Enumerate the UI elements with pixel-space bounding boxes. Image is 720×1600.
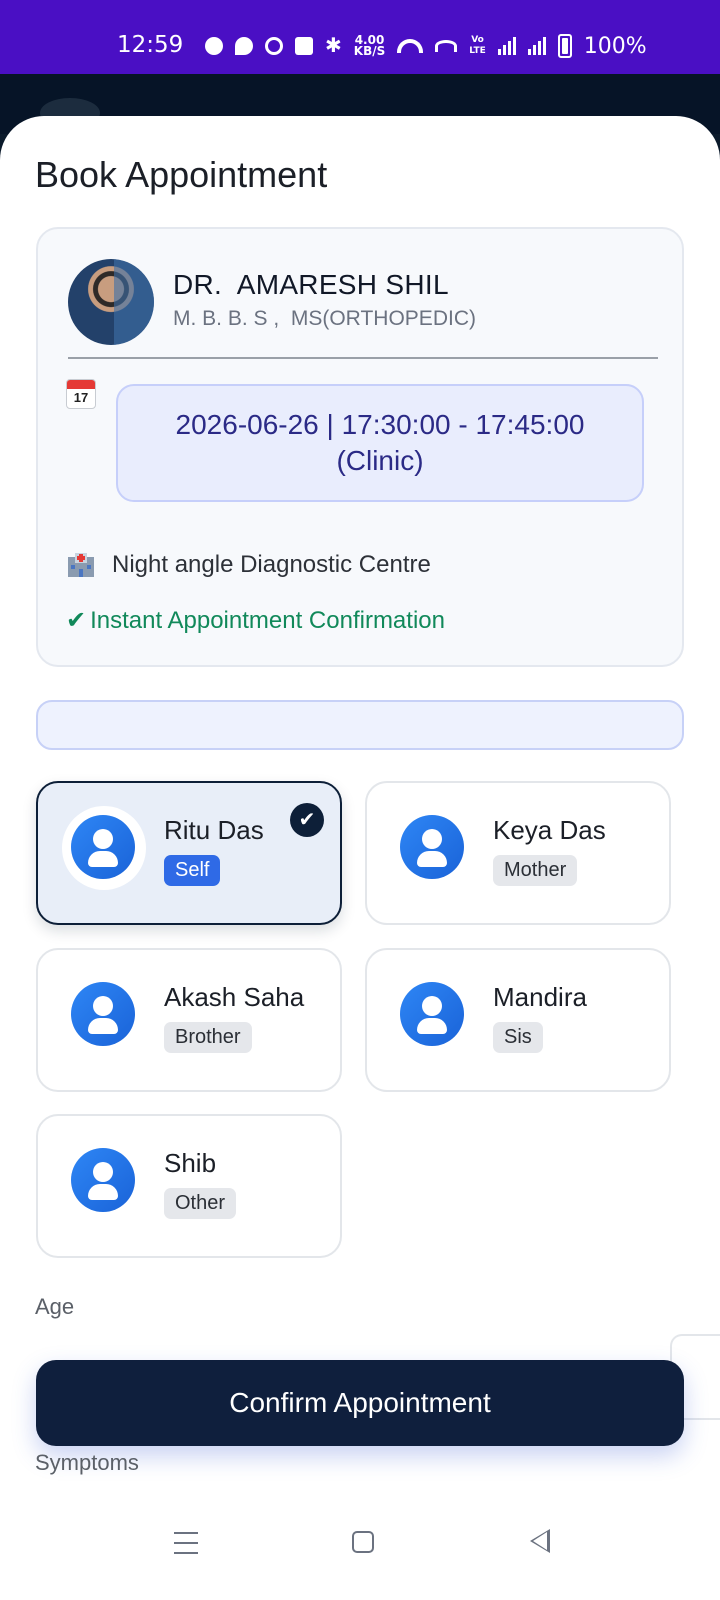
- user-avatar-icon: [71, 1148, 135, 1212]
- status-time: 12:59: [117, 32, 184, 58]
- sync-icon: [265, 37, 283, 55]
- instant-confirmation-text: Instant Appointment Confirmation: [90, 607, 445, 634]
- home-icon[interactable]: [352, 1531, 374, 1553]
- divider: [68, 357, 658, 359]
- age-label: Age: [35, 1294, 75, 1319]
- sheet-title: Book Appointment: [35, 154, 328, 195]
- user-avatar-icon: [71, 982, 135, 1046]
- wifi-calling-icon: [435, 40, 458, 52]
- wifi-icon: [397, 39, 424, 53]
- slot-mode: (Clinic): [336, 445, 424, 476]
- doctor-name: DR. AMARESH SHIL: [173, 269, 449, 300]
- member-card-mandira[interactable]: Mandira Sis: [365, 948, 671, 1092]
- menu-icon[interactable]: [174, 1532, 198, 1556]
- network-speed: 4.00 KB/S: [353, 34, 386, 58]
- network-speed-unit: KB/S: [353, 44, 386, 58]
- checkmark-icon: ✔: [66, 607, 87, 634]
- doctor-card: DR. AMARESH SHIL M. B. B. S , MS(ORTHOPE…: [36, 227, 684, 667]
- member-name: Akash Saha: [164, 982, 305, 1012]
- symptoms-label: Symptoms: [35, 1450, 139, 1475]
- patient-search-input[interactable]: [36, 700, 684, 750]
- signal-1-icon: [497, 37, 516, 55]
- signal-2-icon: [527, 37, 546, 55]
- member-card-akash-saha[interactable]: Akash Saha Brother: [36, 948, 342, 1092]
- volte-icon: Vo LTE: [469, 35, 486, 56]
- back-icon[interactable]: [530, 1529, 550, 1553]
- member-relation-badge: Sis: [493, 1022, 543, 1053]
- member-name: Shib: [164, 1148, 217, 1178]
- hospital-icon: [68, 553, 94, 577]
- member-relation-badge: Self: [164, 855, 221, 886]
- confirm-appointment-button[interactable]: Confirm Appointment: [36, 1360, 684, 1446]
- member-name: Keya Das: [493, 815, 606, 845]
- doctor-avatar: [68, 259, 154, 345]
- calendar-icon: 17: [66, 379, 96, 409]
- member-relation-badge: Other: [164, 1188, 237, 1219]
- member-card-keya-das[interactable]: Keya Das Mother: [365, 781, 671, 925]
- system-navigation-bar: [0, 1502, 720, 1600]
- doctor-qualification: M. B. B. S , MS(ORTHOPEDIC): [173, 307, 476, 330]
- slot-datetime: 2026-06-26 | 17:30:00 - 17:45:00: [175, 409, 585, 440]
- calendar-icon-day: 17: [73, 390, 89, 405]
- image-icon: [295, 37, 313, 55]
- member-card-ritu-das[interactable]: Ritu Das Self ✔: [36, 781, 342, 925]
- user-avatar-icon: [400, 982, 464, 1046]
- member-name: Ritu Das: [164, 815, 264, 845]
- notification-icon: [205, 37, 223, 55]
- book-appointment-sheet: Book Appointment DR. AMARESH SHIL M. B. …: [0, 116, 720, 1600]
- instant-confirmation: ✔ Instant Appointment Confirmation: [66, 606, 445, 635]
- battery-icon: [557, 34, 572, 58]
- user-avatar-icon: [71, 815, 135, 879]
- member-card-shib[interactable]: Shib Other: [36, 1114, 342, 1258]
- user-avatar-icon: [400, 815, 464, 879]
- status-bar: 12:59 ✱ 4.00 KB/S Vo LTE 100%: [0, 0, 720, 74]
- member-relation-badge: Brother: [164, 1022, 252, 1053]
- bluetooth-icon: ✱: [325, 35, 342, 57]
- selected-check-icon: ✔: [290, 803, 324, 837]
- member-name: Mandira: [493, 982, 587, 1012]
- battery-percent: 100%: [583, 33, 647, 59]
- status-icons: ✱ 4.00 KB/S Vo LTE 100%: [205, 33, 647, 59]
- location-pin-icon: [235, 37, 253, 55]
- member-relation-badge: Mother: [493, 855, 578, 886]
- appointment-slot: 2026-06-26 | 17:30:00 - 17:45:00 (Clinic…: [116, 384, 644, 502]
- clinic-name: Night angle Diagnostic Centre: [112, 551, 431, 578]
